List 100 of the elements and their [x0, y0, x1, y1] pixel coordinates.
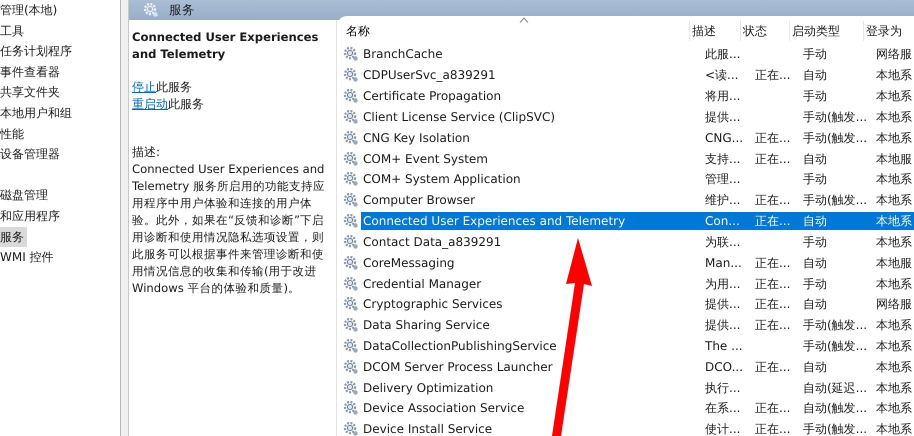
- table-cell-text: 本地系: [875, 317, 913, 334]
- table-cell-text: 本地系: [875, 358, 913, 376]
- table-row[interactable]: Delivery Optimization 执行... 自动(延迟... 本地系: [361, 378, 914, 397]
- table-row[interactable]: Device Install Service 使计... 正在... 手动(触发... 本地系: [361, 420, 914, 436]
- table-row[interactable]: CDPUserSvc_a839291 <读... 正在... 自动 本地系: [361, 66, 914, 84]
- table-cell-text: 提供...: [704, 108, 742, 126]
- table-row[interactable]: Contact Data_a839291 为联... 手动 本地系: [361, 232, 914, 251]
- tree-item[interactable]: 工具: [0, 20, 27, 42]
- table-cell-text: 手动: [802, 46, 828, 64]
- table-cell-text: 自动: [802, 254, 828, 272]
- table-cell-text: 手动: [802, 276, 828, 293]
- table-cell-text: 管理...: [704, 171, 742, 188]
- splitter[interactable]: [120, 0, 129, 436]
- column-header[interactable]: 登录为: [864, 21, 914, 41]
- tree-item[interactable]: 任务计划程序: [0, 41, 75, 62]
- table-cell-text: 使计...: [704, 421, 742, 436]
- table-cell-text: 正在...: [754, 317, 792, 334]
- sort-caret-icon: [519, 17, 529, 23]
- gear-icon: [343, 130, 359, 146]
- table-cell-text: Man...: [704, 254, 743, 272]
- table-cell-text: 此服...: [704, 46, 742, 64]
- service-name: Contact Data_a839291: [362, 234, 502, 251]
- table-cell-text: 本地系: [875, 400, 913, 418]
- table-cell-text: 提供...: [704, 317, 742, 334]
- table-row[interactable]: BranchCache 此服... 手动 网络服: [361, 45, 914, 64]
- gear-icon: [343, 400, 359, 416]
- column-header[interactable]: 状态: [741, 21, 790, 41]
- gear-icon: [343, 67, 359, 84]
- table-cell-text: 正在...: [754, 67, 792, 84]
- action-link[interactable]: 停止: [132, 80, 156, 94]
- table-row[interactable]: Device Association Service 在系... 正在... 自动(触发... 本地系: [361, 399, 914, 418]
- service-name: DataCollectionPublishingService: [362, 338, 558, 355]
- gear-icon: [343, 234, 359, 250]
- table-row[interactable]: Data Sharing Service 提供... 正在... 手动(触发... 本地系: [361, 316, 914, 334]
- service-name: CNG Key Isolation: [362, 130, 471, 147]
- tree-item[interactable]: 性能: [0, 124, 27, 144]
- table-cell-text: 在系...: [704, 400, 742, 418]
- table-cell-text: Con...: [704, 213, 741, 230]
- table-row[interactable]: Connected User Experiences and Telemetry Con... 正在... 自动 本地系: [361, 212, 914, 230]
- table-cell-text: 本地系: [875, 108, 913, 126]
- gear-icon: [343, 150, 359, 167]
- tree-item[interactable]: 设备管理器: [0, 144, 63, 165]
- service-name: CDPUserSvc_a839291: [362, 67, 497, 84]
- tree-item[interactable]: 磁盘管理: [0, 185, 51, 206]
- service-name: Cryptographic Services: [362, 296, 504, 314]
- tree-item[interactable]: 管理(本地): [0, 0, 60, 21]
- table-cell-text: 手动(触发...: [802, 421, 868, 436]
- table-row[interactable]: Certificate Propagation 将用... 手动 本地系: [361, 87, 914, 106]
- table-cell-text: 提供...: [704, 296, 742, 314]
- table-cell-text: CNG...: [704, 130, 744, 147]
- table-cell-text: 本地系: [875, 213, 913, 230]
- table-row[interactable]: CoreMessaging Man... 正在... 自动 本地服: [361, 254, 914, 272]
- gear-icon: [343, 276, 359, 292]
- service-title: Connected User Experiences and Telemetry: [132, 29, 320, 63]
- tree-item[interactable]: 事件查看器: [0, 62, 63, 82]
- table-cell-text: 正在...: [754, 358, 792, 376]
- table-row[interactable]: COM+ Event System 支持... 正在... 自动 本地服: [361, 150, 914, 168]
- tree-item[interactable]: 和应用程序: [0, 206, 63, 227]
- service-name: Data Sharing Service: [362, 317, 491, 334]
- table-cell-text: 本地系: [875, 130, 913, 147]
- table-row[interactable]: Credential Manager 为用... 正在... 手动 本地系: [361, 274, 914, 293]
- table-cell-text: 正在...: [754, 192, 792, 210]
- table-row[interactable]: CNG Key Isolation CNG... 正在... 手动(触发... 本地系: [361, 128, 914, 147]
- description-text: Connected User Experiences and Telemetry 服务所启用的功能支持应用程序中用户体验和连接的用户体验。此外，如果在“反馈和诊断”下启用诊断和使用情况隐私选项设置，则此服务可以根据事件来管理诊断和使用情况信息的收集和传输(用于改进 Windows 平台的体验和质量)。: [132, 161, 326, 297]
- table-row[interactable]: DataCollectionPublishingService The ... 手动(触发... 本地系: [361, 337, 914, 355]
- table-cell-text: 正在...: [754, 130, 792, 147]
- table-cell-text: 正在...: [754, 296, 792, 314]
- table-cell-text: 支持...: [704, 150, 742, 168]
- tree-item[interactable]: 共享文件夹: [0, 82, 63, 103]
- table-row[interactable]: DCOM Server Process Launcher DCO... 正在... 自动 本地系: [361, 358, 914, 376]
- table-cell-text: 自动: [802, 150, 828, 168]
- table-cell-text: 将用...: [704, 88, 742, 106]
- table-cell-text: 手动: [802, 88, 828, 106]
- description-label: 描述:: [132, 144, 162, 161]
- column-header[interactable]: 启动类型: [790, 21, 864, 41]
- table-row[interactable]: Client License Service (ClipSVC) 提供... 手动(触发... 本地系: [361, 108, 914, 126]
- table-cell-text: 自动: [802, 213, 828, 230]
- tree-item[interactable]: 服务: [0, 226, 27, 248]
- table-cell-text: 正在...: [754, 254, 792, 272]
- service-name: DCOM Server Process Launcher: [362, 358, 554, 376]
- table-row[interactable]: Cryptographic Services 提供... 正在... 自动 网络服: [361, 295, 914, 314]
- service-name: BranchCache: [362, 46, 444, 64]
- gear-icon: [343, 192, 359, 208]
- table-row[interactable]: Computer Browser 维护... 正在... 手动(触发... 本地系: [361, 191, 914, 210]
- gear-icon: [343, 358, 359, 375]
- service-name: Certificate Propagation: [362, 88, 502, 106]
- table-cell-text: 自动: [802, 67, 828, 84]
- table-cell-text: 本地系: [875, 234, 913, 251]
- action-link[interactable]: 重启动: [132, 97, 168, 111]
- gear-icon: [343, 171, 359, 188]
- tree-item[interactable]: WMI 控件: [0, 247, 57, 268]
- table-cell-text: 正在...: [754, 213, 792, 230]
- service-name: Delivery Optimization: [362, 380, 494, 397]
- table-row[interactable]: COM+ System Application 管理... 手动 本地系: [361, 170, 914, 188]
- column-header[interactable]: 名称: [343, 21, 690, 41]
- table-cell-text: 正在...: [754, 421, 792, 436]
- tree-item[interactable]: 本地用户和组: [0, 102, 75, 124]
- column-header[interactable]: 描述: [690, 21, 741, 41]
- service-name: Device Association Service: [362, 400, 526, 418]
- action-text: 停止此服务: [132, 79, 192, 96]
